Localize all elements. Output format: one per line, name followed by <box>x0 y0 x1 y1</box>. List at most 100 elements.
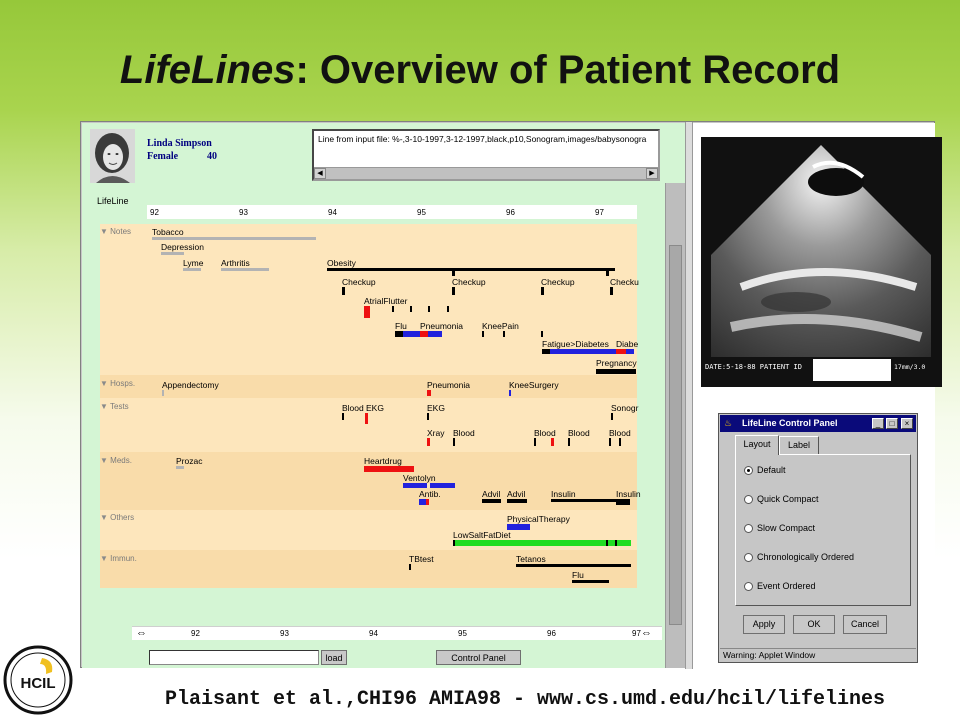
facet-label-others[interactable]: ▼ Others <box>100 513 134 522</box>
event-label[interactable]: Flu <box>572 570 584 580</box>
event-tick[interactable] <box>615 540 617 546</box>
event-label[interactable]: Blood <box>453 428 475 438</box>
event-label[interactable]: Insulin <box>616 489 641 499</box>
event-label[interactable]: Checkup <box>541 277 575 287</box>
event-bar[interactable] <box>221 268 269 271</box>
event-bar[interactable] <box>426 499 429 505</box>
scroll-left-icon[interactable]: ◀ <box>314 168 326 179</box>
event-label[interactable]: Flu <box>395 321 407 331</box>
event-label[interactable]: LowSaltFatDiet <box>453 530 511 540</box>
event-tick[interactable] <box>392 306 394 312</box>
radio-chronologically-ordered[interactable]: Chronologically Ordered <box>744 552 854 563</box>
event-label[interactable]: Checkup <box>452 277 486 287</box>
event-label[interactable]: Blood <box>609 428 631 438</box>
maximize-icon[interactable]: □ <box>886 418 898 429</box>
vertical-scrollbar[interactable] <box>665 183 685 668</box>
event-label[interactable]: Tetanos <box>516 554 546 564</box>
event-label[interactable]: EKG <box>366 403 384 413</box>
event-label[interactable]: Pregnancy <box>596 358 637 368</box>
radio-slow-compact[interactable]: Slow Compact <box>744 523 815 534</box>
radio-quick-compact[interactable]: Quick Compact <box>744 494 819 505</box>
event-label[interactable]: Obesity <box>327 258 356 268</box>
event-tick[interactable] <box>534 438 536 446</box>
event-label[interactable]: AtrialFlutter <box>364 296 407 306</box>
close-icon[interactable]: × <box>901 418 913 429</box>
event-bar[interactable] <box>453 540 631 546</box>
event-tick[interactable] <box>410 306 412 312</box>
event-label[interactable]: Sonogr <box>611 403 638 413</box>
scroll-right-icon[interactable]: ⇔ <box>641 627 652 640</box>
cancel-button[interactable]: Cancel <box>843 615 887 634</box>
event-tick[interactable] <box>162 390 164 396</box>
bottom-year-axis[interactable]: ⇔ 92 93 94 95 96 97 ⇔ <box>132 626 662 640</box>
control-panel-titlebar[interactable]: ♨ LifeLine Control Panel _ □ × <box>720 415 916 432</box>
load-button[interactable]: load <box>321 650 347 665</box>
facet-label-immun[interactable]: ▼ Immun. <box>100 554 137 563</box>
event-tick[interactable] <box>427 438 430 446</box>
event-tick[interactable] <box>611 413 613 420</box>
minimize-icon[interactable]: _ <box>872 418 884 429</box>
event-bar[interactable] <box>542 349 550 354</box>
event-bar[interactable] <box>152 237 316 240</box>
event-tick[interactable] <box>606 268 609 276</box>
radio-icon[interactable] <box>744 524 753 534</box>
event-label[interactable]: Checku <box>610 277 639 287</box>
event-label[interactable]: EKG <box>427 403 445 413</box>
event-label[interactable]: Blood <box>342 403 364 413</box>
event-bar[interactable] <box>596 369 636 374</box>
event-bar[interactable] <box>482 499 501 503</box>
event-label[interactable]: Pneumonia <box>427 380 470 390</box>
event-bar[interactable] <box>327 268 615 271</box>
event-tick[interactable] <box>453 438 455 446</box>
event-tick[interactable] <box>365 413 368 424</box>
facet-label-meds[interactable]: ▼ Meds. <box>100 456 132 465</box>
event-bar[interactable] <box>616 349 626 354</box>
collapse-triangle-icon[interactable]: ▼ <box>100 513 108 522</box>
collapse-triangle-icon[interactable]: ▼ <box>100 554 108 563</box>
event-label[interactable]: Arthritis <box>221 258 250 268</box>
input-line-scrollbar[interactable]: ◀ ▶ <box>314 167 658 179</box>
event-label[interactable]: Antib. <box>419 489 441 499</box>
event-bar[interactable] <box>364 466 414 472</box>
event-tick[interactable] <box>409 564 411 570</box>
facet-label-notes[interactable]: ▼ Notes <box>100 227 131 236</box>
event-tick[interactable] <box>452 268 455 276</box>
scrollbar-thumb[interactable] <box>669 245 682 625</box>
event-label[interactable]: Ventolyn <box>403 473 436 483</box>
collapse-triangle-icon[interactable]: ▼ <box>100 402 108 411</box>
event-label[interactable]: TBtest <box>409 554 434 564</box>
event-bar[interactable] <box>183 268 201 271</box>
event-bar[interactable] <box>551 499 617 502</box>
event-tick[interactable] <box>606 540 608 546</box>
event-tick[interactable] <box>568 438 570 446</box>
event-label[interactable]: Diabe <box>616 339 638 349</box>
top-year-axis[interactable]: 92 93 94 95 96 97 <box>147 205 637 219</box>
event-tick[interactable] <box>551 438 554 446</box>
radio-icon[interactable] <box>744 495 753 505</box>
event-label[interactable]: Appendectomy <box>162 380 219 390</box>
ok-button[interactable]: OK <box>793 615 835 634</box>
event-tick[interactable] <box>619 438 621 446</box>
event-tick[interactable] <box>509 390 511 396</box>
event-tick[interactable] <box>427 413 429 420</box>
event-label[interactable]: Tobacco <box>152 227 184 237</box>
scroll-right-icon[interactable]: ▶ <box>646 168 658 179</box>
event-tick[interactable] <box>452 287 455 295</box>
radio-default[interactable]: Default <box>744 465 786 476</box>
event-label[interactable]: Blood <box>568 428 590 438</box>
radio-icon[interactable] <box>744 553 753 563</box>
facet-label-tests[interactable]: ▼ Tests <box>100 402 129 411</box>
file-input[interactable] <box>149 650 319 665</box>
event-tick[interactable] <box>503 331 505 337</box>
collapse-triangle-icon[interactable]: ▼ <box>100 227 108 236</box>
event-bar[interactable] <box>161 252 184 255</box>
scroll-left-icon[interactable]: ⇔ <box>136 627 147 640</box>
tab-layout[interactable]: Layout <box>735 435 779 455</box>
collapse-triangle-icon[interactable]: ▼ <box>100 456 108 465</box>
event-label[interactable]: Depression <box>161 242 204 252</box>
event-label[interactable]: Prozac <box>176 456 202 466</box>
event-bar[interactable] <box>428 331 442 337</box>
event-tick[interactable] <box>610 287 613 295</box>
event-label[interactable]: Xray <box>427 428 444 438</box>
event-bar[interactable] <box>572 580 609 583</box>
